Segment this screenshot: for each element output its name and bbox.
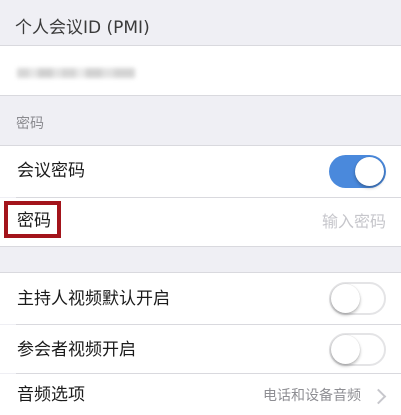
host-video-row: 主持人视频默认开启 (0, 273, 401, 324)
video-section-spacer (0, 247, 401, 272)
password-section-header: 密码 (0, 96, 401, 145)
password-input[interactable]: 输入密码 (322, 211, 386, 233)
toggle-knob (331, 284, 360, 313)
pmi-value-row[interactable] (0, 46, 401, 95)
pmi-section-header: 个人会议ID (PMI) (0, 0, 401, 45)
host-video-toggle[interactable] (329, 282, 386, 315)
toggle-knob (355, 157, 384, 186)
password-label-highlight (4, 201, 61, 238)
password-section-label: 密码 (16, 116, 44, 132)
toggle-knob (331, 335, 360, 364)
meeting-settings-screen: 个人会议ID (PMI) 密码 会议密码 密码 输入密码 主持人视频默认开启 参… (0, 0, 401, 415)
participant-video-toggle[interactable] (329, 333, 386, 366)
host-video-label: 主持人视频默认开启 (17, 289, 170, 309)
audio-options-value: 电话和设备音频 (263, 388, 361, 404)
meeting-password-toggle[interactable] (329, 155, 386, 188)
pmi-header-label: 个人会议ID (PMI) (15, 18, 150, 38)
pmi-value-redacted (17, 68, 135, 78)
chevron-right-icon (370, 388, 387, 405)
meeting-password-label: 会议密码 (17, 161, 85, 181)
participant-video-row: 参会者视频开启 (0, 325, 401, 373)
participant-video-label: 参会者视频开启 (17, 340, 136, 360)
audio-options-label: 音频选项 (17, 385, 85, 405)
meeting-password-row: 会议密码 (0, 146, 401, 197)
audio-options-row[interactable]: 音频选项 电话和设备音频 (0, 374, 401, 415)
